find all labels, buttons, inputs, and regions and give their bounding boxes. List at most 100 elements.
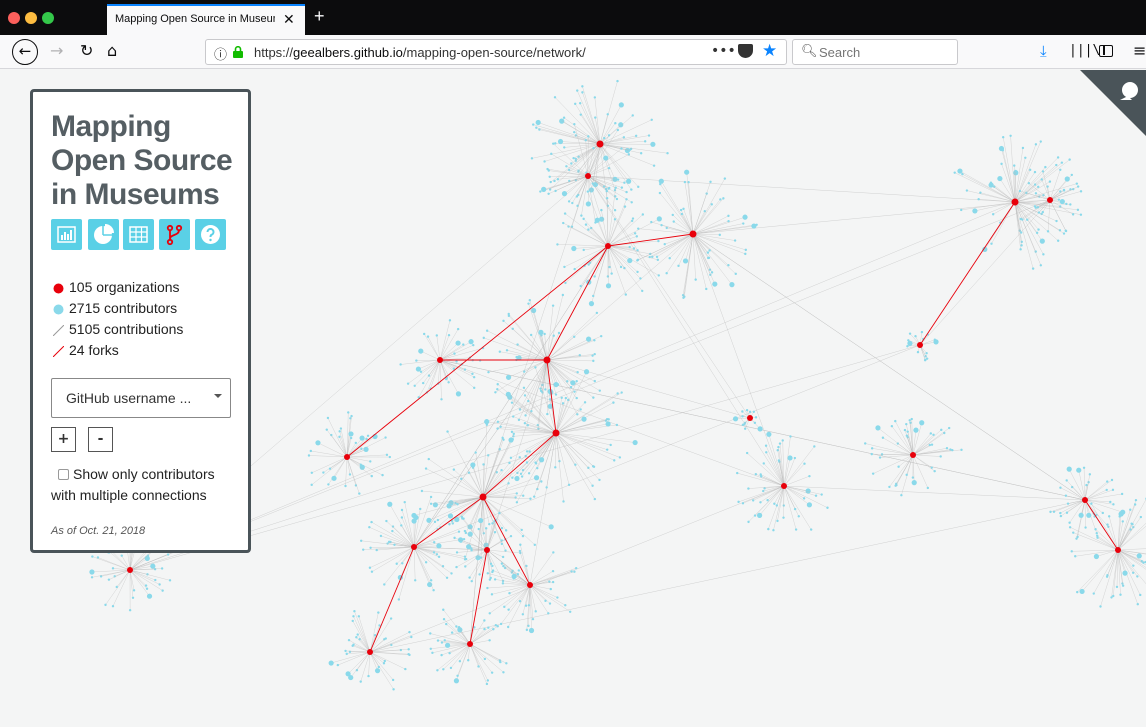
contributor-node [344,484,347,488]
contributor-node [490,593,494,596]
contributor-node [158,583,161,586]
contributor-node [533,543,536,547]
reload-button[interactable]: ↻ [80,41,93,60]
contribution-link [540,332,548,361]
multi-connection-label[interactable]: Show only contributors with multiple con… [51,464,236,506]
contribution-link [889,454,914,488]
pocket-icon[interactable] [738,44,753,58]
sidebar-toggle-icon[interactable] [1099,45,1113,57]
contribution-link [587,175,616,179]
contributor-node [487,626,490,629]
contributor-node [1062,232,1066,235]
contributor-node [504,529,508,532]
close-tab-icon[interactable]: ✕ [283,11,295,28]
info-icon[interactable]: ⓘ [214,44,227,63]
zoom-out-button[interactable]: - [88,427,113,452]
contributor-node [1142,561,1145,564]
contribution-link [424,333,441,361]
contributor-node [903,428,907,432]
hamburger-menu-icon[interactable]: ≡ [1133,41,1146,60]
contribution-link [599,143,616,191]
contributor-node [516,471,519,475]
contributor-node [631,114,634,117]
contribution-link [1066,480,1086,501]
download-icon[interactable]: ⤓ [1040,42,1047,60]
contributor-node [939,455,942,458]
minimize-window-button[interactable] [25,12,37,24]
contributor-node [464,557,468,561]
search-input[interactable] [819,42,949,62]
url-bar[interactable]: ⓘ https://geealbers.github.io/mapping-op… [205,39,787,65]
contributor-node [561,191,568,197]
contributor-node [826,506,829,509]
url-text[interactable]: https://geealbers.github.io/mapping-open… [254,45,586,60]
table-view-button[interactable] [123,219,154,250]
back-button[interactable]: ← [12,39,38,65]
contributor-node [671,213,674,217]
contribution-link [1117,548,1146,551]
library-icon[interactable]: |||\ [1069,43,1100,58]
contribution-link [529,571,575,586]
contributor-node [421,381,425,385]
contribution-link [1117,522,1146,551]
contributor-node [1136,575,1139,578]
contribution-link [508,394,557,434]
contributor-node [382,662,386,665]
contributor-node [493,531,497,534]
chevron-down-icon [214,394,222,398]
network-view-button[interactable] [159,219,190,250]
page-actions-icon[interactable]: ••• [711,43,736,59]
github-username-select[interactable]: GitHub username ... [51,378,231,418]
contributor-node [548,175,551,179]
search-bar[interactable]: 🔍︎ [792,39,958,65]
contributor-node [564,603,567,607]
close-window-button[interactable] [8,12,20,24]
contribution-link [513,432,557,437]
home-button[interactable]: ⌂ [107,41,117,60]
multi-connection-checkbox[interactable] [58,469,69,480]
contributor-node [161,589,164,592]
contribution-link [536,127,601,145]
help-button[interactable] [195,219,226,250]
contributor-node [528,627,535,634]
contributor-node [377,665,380,669]
github-corner-icon[interactable] [1080,70,1146,136]
contributor-node [455,565,458,569]
contributor-node [655,255,659,259]
contributor-node [991,213,995,216]
contribution-link [607,245,659,276]
zoom-in-button[interactable]: + [51,427,76,452]
contributor-node [368,526,371,529]
contributor-node [609,443,612,447]
contributor-node [543,332,546,336]
contributor-node [494,624,498,627]
new-tab-button[interactable]: + [314,6,325,27]
contributor-node [446,430,449,433]
maximize-window-button[interactable] [42,12,54,24]
contributor-node [1059,168,1062,172]
contributor-node [806,502,812,508]
contributor-node [574,566,578,570]
pie-chart-view-button[interactable] [88,219,119,250]
contributor-node [539,190,542,193]
contributor-node [1136,553,1142,559]
organization-node [484,547,490,553]
contributor-node [478,517,484,524]
bookmark-star-icon[interactable]: ★ [762,41,777,61]
contributor-node [767,527,770,531]
bar-chart-view-button[interactable] [51,219,82,250]
contributor-node [415,359,418,362]
contribution-link [439,329,459,361]
contributor-node [630,201,633,204]
contributor-node [493,578,497,581]
contributor-node [553,96,557,99]
browser-tab[interactable]: Mapping Open Source in Museums ✕ [107,4,305,35]
contributor-node [489,562,493,565]
contributor-node [548,398,552,401]
contributor-node [1020,231,1023,234]
contributor-node [747,520,750,524]
forward-button[interactable]: → [50,41,63,60]
contributor-node [573,570,576,573]
contribution-link [439,359,442,400]
contributor-node [348,473,352,476]
